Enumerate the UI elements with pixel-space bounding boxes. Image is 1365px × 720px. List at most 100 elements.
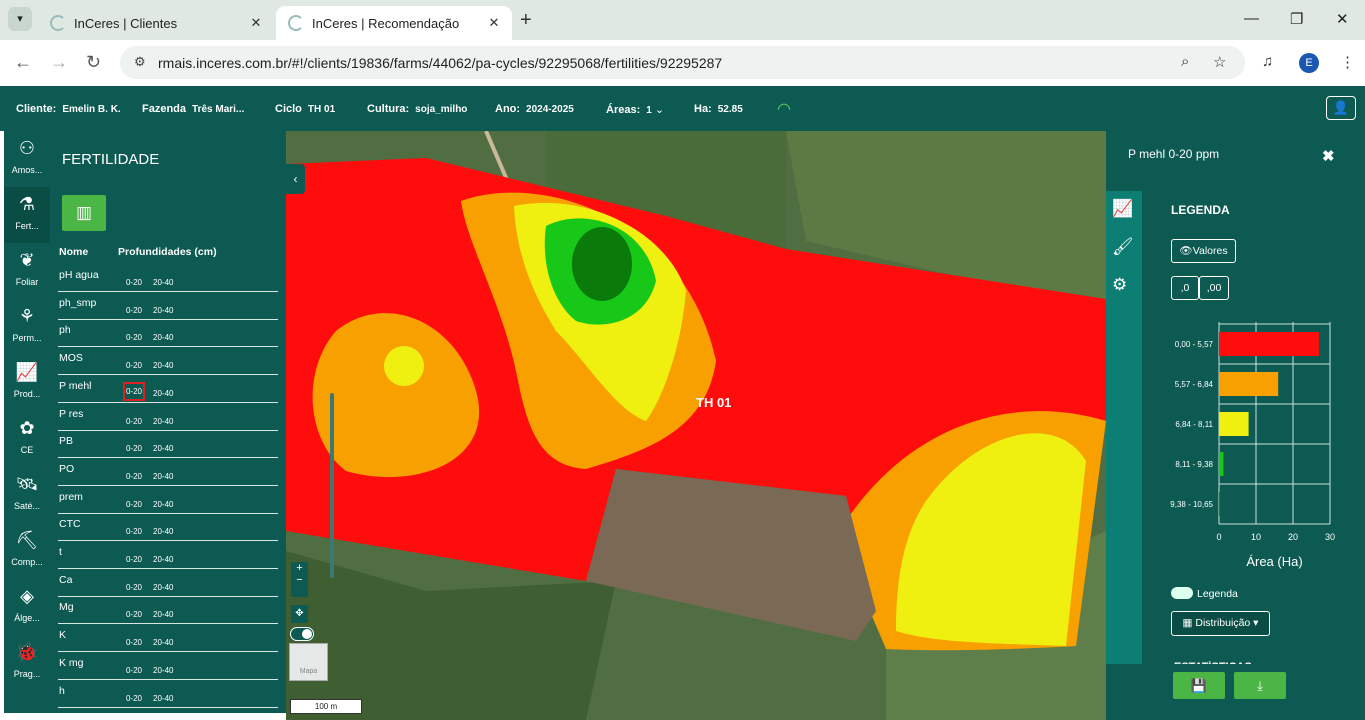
field-name-label: TH 01 xyxy=(696,395,732,410)
depth-20-40-link[interactable]: 20-40 xyxy=(153,442,173,455)
save-button[interactable]: 💾 xyxy=(1173,672,1225,699)
module-leaf[interactable]: ❦ Foliar xyxy=(4,243,50,299)
site-settings-icon[interactable]: ⚙ xyxy=(134,54,146,70)
depth-20-40-link[interactable]: 20-40 xyxy=(153,525,173,538)
attribute-name: pH agua xyxy=(59,269,99,281)
close-window-icon[interactable]: ✕ xyxy=(1336,10,1349,28)
module-label: Amos... xyxy=(11,165,43,175)
depth-0-20-link[interactable]: 0-20 xyxy=(123,692,145,705)
media-control-icon[interactable]: ♫ xyxy=(1262,53,1273,70)
module-conductivity-plant[interactable]: ✿ CE xyxy=(4,411,50,467)
module-bug[interactable]: 🐞 Prag... xyxy=(4,635,50,691)
url-text[interactable]: rmais.inceres.com.br/#!/clients/19836/fa… xyxy=(158,55,722,71)
depth-20-40-link[interactable]: 20-40 xyxy=(153,553,173,566)
depth-0-20-link[interactable]: 0-20 xyxy=(123,553,145,566)
module-layers[interactable]: ◈ Álge... xyxy=(4,579,50,635)
back-arrow-icon[interactable]: ← xyxy=(14,52,32,73)
depth-0-20-link[interactable]: 0-20 xyxy=(123,276,145,289)
close-tab-icon[interactable]: ✕ xyxy=(484,15,504,31)
breadcrumb-client[interactable]: Cliente: Emelin B. K. xyxy=(16,103,121,115)
decrease-decimals-button[interactable]: ,0 xyxy=(1171,276,1199,300)
minimize-icon[interactable]: — xyxy=(1244,10,1259,27)
depth-0-20-link[interactable]: 0-20 xyxy=(123,331,145,344)
areas-dropdown[interactable]: Áreas: 1 ⌄ xyxy=(606,103,664,116)
map-canvas[interactable]: TH 01 xyxy=(286,131,1106,720)
depth-0-20-link[interactable]: 0-20 xyxy=(123,525,145,538)
legend-panel: P mehl 0-20 ppm ✖ 📈 🖌 ⚙ LEGENDA 👁Valores… xyxy=(1106,131,1365,720)
tab-search-chevron-icon[interactable]: ▾ xyxy=(8,7,32,31)
depth-20-40-link[interactable]: 20-40 xyxy=(153,415,173,428)
depth-0-20-link[interactable]: 0-20 xyxy=(123,608,145,621)
client-label: Cliente: xyxy=(16,103,57,115)
depth-20-40-link[interactable]: 20-40 xyxy=(153,581,173,594)
wifi-connected-icon: ◠ xyxy=(777,101,791,118)
reload-icon[interactable]: ↻ xyxy=(86,52,101,73)
legend-toggle-switch[interactable] xyxy=(1171,587,1193,599)
module-satellite[interactable]: 🛰 Saté... xyxy=(4,467,50,523)
depth-20-40-link[interactable]: 20-40 xyxy=(153,608,173,621)
breadcrumb-crop[interactable]: Cultura: soja_milho xyxy=(367,103,467,115)
module-permanent-crop[interactable]: ⚘ Perm... xyxy=(4,299,50,355)
field-zone-yellow-west xyxy=(384,346,424,386)
depth-0-20-link[interactable]: 0-20 xyxy=(123,304,145,317)
category-label: 8,11 - 9,38 xyxy=(1175,460,1213,469)
depth-20-40-link[interactable]: 20-40 xyxy=(153,331,173,344)
depth-0-20-link[interactable]: 0-20 xyxy=(123,470,145,483)
module-compaction[interactable]: ⛏ Comp... xyxy=(4,523,50,579)
chart-line-icon[interactable]: 📈 xyxy=(1112,199,1133,219)
user-account-button[interactable]: 👤 xyxy=(1326,96,1356,120)
attribute-name: PO xyxy=(59,462,75,475)
depth-0-20-link[interactable]: 0-20 xyxy=(123,636,145,649)
depth-20-40-link[interactable]: 20-40 xyxy=(153,304,173,317)
more-menu-icon[interactable]: ⋮ xyxy=(1340,53,1355,71)
depth-0-20-link[interactable]: 0-20 xyxy=(123,664,145,677)
year-label: Ano: xyxy=(495,103,521,115)
breadcrumb-year[interactable]: Ano: 2024-2025 xyxy=(495,103,574,115)
zoom-out-button[interactable]: − xyxy=(291,574,308,586)
library-books-button[interactable]: ▥ xyxy=(62,195,106,231)
basemap-switch[interactable]: Mapa xyxy=(289,643,328,681)
depth-20-40-link[interactable]: 20-40 xyxy=(153,470,173,483)
gears-icon[interactable]: ⚙ xyxy=(1112,275,1127,295)
forward-arrow-icon[interactable]: → xyxy=(50,52,68,73)
new-tab-plus-icon[interactable]: + xyxy=(520,9,532,32)
bookmark-star-icon[interactable]: ☆ xyxy=(1213,53,1226,71)
breadcrumb-cycle[interactable]: Ciclo TH 01 xyxy=(275,103,335,115)
zoom-in-button[interactable]: + xyxy=(291,562,308,574)
close-icon[interactable]: ✖ xyxy=(1322,147,1335,165)
profile-avatar[interactable]: E xyxy=(1299,53,1319,73)
module-icon-bar: ⚇ Amos... ⚗ Fert... ❦ Foliar ⚘ Perm... 📈 Prod... ✿… xyxy=(4,131,50,713)
conductivity-plant-icon: ✿ xyxy=(19,418,35,438)
module-fertility[interactable]: ⚗ Fert... xyxy=(4,187,50,243)
depth-20-40-link[interactable]: 20-40 xyxy=(153,664,173,677)
module-samples[interactable]: ⚇ Amos... xyxy=(4,131,50,187)
increase-decimals-button[interactable]: ,00 xyxy=(1199,276,1229,300)
depth-20-40-link[interactable]: 20-40 xyxy=(153,276,173,289)
panel-scrollbar[interactable] xyxy=(330,393,334,578)
depth-20-40-link[interactable]: 20-40 xyxy=(153,498,173,511)
depth-20-40-link[interactable]: 20-40 xyxy=(153,636,173,649)
depth-0-20-link[interactable]: 0-20 xyxy=(123,381,145,401)
breadcrumb-farm[interactable]: Fazenda Três Mari... xyxy=(142,103,244,115)
depth-0-20-link[interactable]: 0-20 xyxy=(123,415,145,428)
tab-recomendacao[interactable]: InCeres | Recomendação ✕ xyxy=(276,6,512,40)
collapse-panel-button[interactable]: ‹ xyxy=(286,164,305,194)
depth-20-40-link[interactable]: 20-40 xyxy=(153,387,173,400)
values-button[interactable]: 👁Valores xyxy=(1171,239,1236,263)
paint-roller-icon[interactable]: 🖌 xyxy=(1112,237,1134,257)
map-layer-toggle[interactable] xyxy=(290,627,314,641)
distribution-dropdown[interactable]: ▦ Distribuição ▾ xyxy=(1171,611,1270,636)
depth-0-20-link[interactable]: 0-20 xyxy=(123,498,145,511)
download-button[interactable]: ⤓ xyxy=(1234,672,1286,699)
depth-0-20-link[interactable]: 0-20 xyxy=(123,581,145,594)
tab-clientes[interactable]: InCeres | Clientes ✕ xyxy=(38,6,274,40)
restore-icon[interactable]: ❐ xyxy=(1290,10,1303,28)
depth-20-40-link[interactable]: 20-40 xyxy=(153,692,173,705)
depth-0-20-link[interactable]: 0-20 xyxy=(123,442,145,455)
depth-20-40-link[interactable]: 20-40 xyxy=(153,359,173,372)
pan-move-icon[interactable]: ✥ xyxy=(291,605,308,623)
zoom-magnifier-icon[interactable]: ⌕ xyxy=(1181,53,1189,70)
depth-0-20-link[interactable]: 0-20 xyxy=(123,359,145,372)
close-tab-icon[interactable]: ✕ xyxy=(246,15,266,31)
module-productivity-chart[interactable]: 📈 Prod... xyxy=(4,355,50,411)
